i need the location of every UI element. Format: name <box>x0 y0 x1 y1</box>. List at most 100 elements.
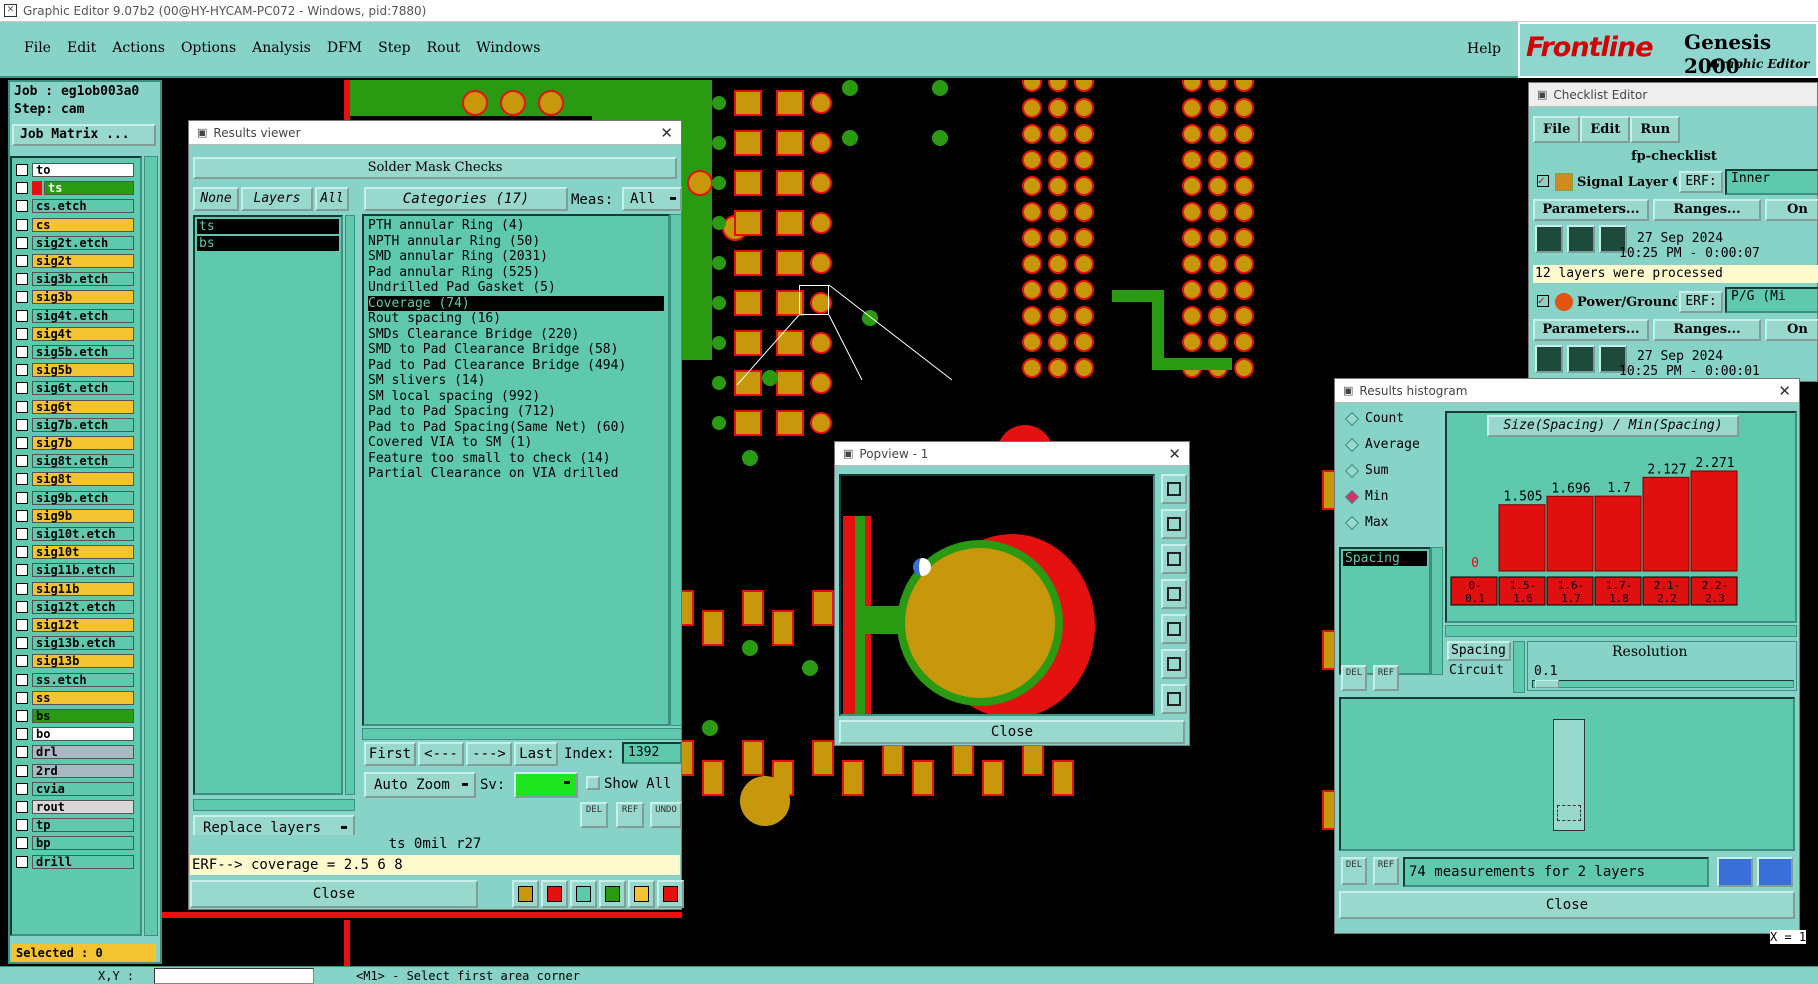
fit-icon[interactable] <box>1161 649 1187 679</box>
hist-ref-button[interactable]: REF <box>1373 665 1399 691</box>
layer-checkbox[interactable] <box>16 746 28 759</box>
layer-row[interactable]: sig8t <box>16 471 134 487</box>
layer-row[interactable]: sig6t <box>16 399 134 415</box>
layer-checkbox[interactable] <box>16 200 28 213</box>
layer-row[interactable]: drill <box>16 854 134 870</box>
option-min[interactable]: Min <box>1343 489 1388 504</box>
categories-button[interactable]: Categories (17) <box>364 187 568 211</box>
category-item[interactable]: Partial Clearance on VIA drilled <box>368 466 664 482</box>
layer-row[interactable]: sig10t <box>16 544 134 560</box>
layer-row[interactable]: sig8t.etch <box>16 453 134 469</box>
layer-checkbox[interactable] <box>16 564 28 577</box>
chart-hscroll[interactable] <box>1445 625 1797 637</box>
layer-row[interactable]: sig13b.etch <box>16 635 134 651</box>
layer-row[interactable]: sig6t.etch <box>16 380 134 396</box>
layer-checkbox[interactable] <box>16 600 28 613</box>
none-button[interactable]: None <box>193 187 239 211</box>
film-icon[interactable] <box>541 880 568 908</box>
category-item[interactable]: Pad to Pad Spacing (712) <box>368 404 664 420</box>
layer-checkbox[interactable] <box>16 473 28 486</box>
category-item[interactable]: Pad to Pad Spacing(Same Net) (60) <box>368 420 664 436</box>
layer-checkbox[interactable] <box>16 400 28 413</box>
menu-windows[interactable]: Windows <box>476 40 540 56</box>
chart-icon[interactable] <box>1757 857 1793 887</box>
layer-checkbox[interactable] <box>16 546 28 559</box>
layer-checkbox[interactable] <box>16 764 28 777</box>
category-item[interactable]: Feature too small to check (14) <box>368 451 664 467</box>
menu-step[interactable]: Step <box>378 40 410 56</box>
layer-row[interactable]: cs.etch <box>16 198 134 214</box>
coord-field[interactable] <box>154 968 314 984</box>
layer-checkbox[interactable] <box>16 837 28 850</box>
layer-checkbox[interactable] <box>16 327 28 340</box>
layer-row[interactable]: bo <box>16 726 134 742</box>
layer-row[interactable]: sig5b <box>16 362 134 378</box>
layer-scrollbar[interactable] <box>144 156 158 936</box>
layer-checkbox[interactable] <box>16 382 28 395</box>
step-icon[interactable] <box>1567 225 1595 253</box>
on-toggle[interactable]: On <box>1765 199 1818 221</box>
pan-right-icon[interactable] <box>1161 614 1187 644</box>
layer-checkbox[interactable] <box>16 309 28 322</box>
histogram-bar[interactable] <box>1690 470 1738 572</box>
layer-checkbox[interactable] <box>16 291 28 304</box>
layer-row[interactable]: cvia <box>16 781 134 797</box>
sv-color-dropdown[interactable]: ▬ <box>514 772 578 798</box>
layer-checkbox[interactable] <box>16 691 28 704</box>
menu-rout[interactable]: Rout <box>427 40 461 56</box>
bars-icon[interactable] <box>512 880 539 908</box>
layer-row[interactable]: bp <box>16 835 134 851</box>
export-icon[interactable] <box>599 880 626 908</box>
step-icon[interactable] <box>1567 345 1595 373</box>
run-icon[interactable] <box>1535 225 1563 253</box>
check-item-checkbox[interactable]: ✓ <box>1537 175 1549 187</box>
layer-checkbox[interactable] <box>16 437 28 449</box>
erf-value[interactable]: Inner <box>1725 169 1818 195</box>
histogram-close-button[interactable]: Close <box>1339 891 1795 919</box>
prev-button[interactable]: <--- <box>418 742 464 766</box>
option-count[interactable]: Count <box>1343 411 1404 426</box>
popview-canvas[interactable] <box>839 474 1155 716</box>
category-item[interactable]: SMDs Clearance Bridge (220) <box>368 327 664 343</box>
undo-button[interactable]: UNDO <box>650 802 682 828</box>
layer-row[interactable]: sig7b.etch <box>16 417 134 433</box>
layer-row[interactable]: 2rd <box>16 763 134 779</box>
popview-close-button[interactable]: Close <box>839 720 1185 744</box>
footer-del-button[interactable]: DEL <box>1341 857 1367 885</box>
layer-row[interactable]: ss <box>16 690 134 706</box>
check-item-label[interactable]: Signal Layer Ch <box>1577 175 1677 190</box>
del-button[interactable]: DEL <box>580 802 608 828</box>
layer-row[interactable]: ss.etch <box>16 672 134 688</box>
option-max[interactable]: Max <box>1343 515 1388 530</box>
first-button[interactable]: First <box>364 742 416 766</box>
layer-row[interactable]: sig12t.etch <box>16 599 134 615</box>
layer-checkbox[interactable] <box>16 801 28 813</box>
last-button[interactable]: Last <box>514 742 558 766</box>
check-item-checkbox[interactable]: ✓ <box>1537 295 1549 307</box>
checklist-menu-run[interactable]: Run <box>1630 115 1681 143</box>
menu-analysis[interactable]: Analysis <box>252 40 311 56</box>
hist-del-button[interactable]: DEL <box>1341 665 1367 691</box>
category-item[interactable]: SM local spacing (992) <box>368 389 664 405</box>
category-item[interactable]: Pad annular Ring (525) <box>368 265 664 281</box>
layer-checkbox[interactable] <box>16 673 28 686</box>
category-scrollbar[interactable] <box>670 214 682 726</box>
menu-dfm[interactable]: DFM <box>327 40 362 56</box>
parameters-button[interactable]: Parameters... <box>1533 319 1649 341</box>
layer-checkbox[interactable] <box>16 528 28 540</box>
layer-list-hscroll[interactable] <box>193 799 355 811</box>
category-item[interactable]: Undrilled Pad Gasket (5) <box>368 280 664 296</box>
layer-row[interactable]: sig4t <box>16 326 134 342</box>
resolution-slider[interactable] <box>1532 680 1794 688</box>
measure-list-item[interactable]: Spacing <box>1343 551 1427 566</box>
radio-icon[interactable] <box>1344 489 1360 504</box>
ranges-button[interactable]: Ranges... <box>1653 199 1761 221</box>
ref-button[interactable]: REF <box>616 802 644 828</box>
option-average[interactable]: Average <box>1343 437 1420 452</box>
radio-icon[interactable] <box>1344 411 1360 426</box>
check-item-label[interactable]: Power/Ground C <box>1577 295 1677 310</box>
layer-checkbox[interactable] <box>16 182 28 195</box>
layer-row[interactable]: sig10t.etch <box>16 526 134 542</box>
menu-actions[interactable]: Actions <box>112 40 165 56</box>
category-item[interactable]: Coverage (74) <box>368 295 664 311</box>
